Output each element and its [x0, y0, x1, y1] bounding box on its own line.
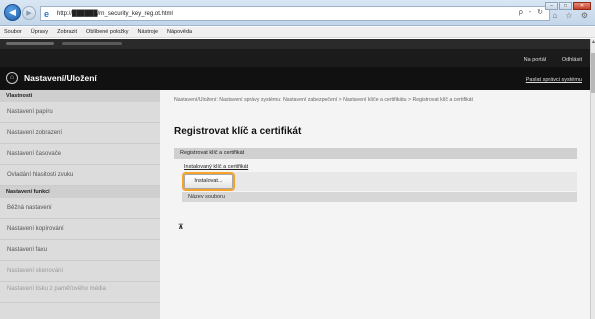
sidebar-item-fax[interactable]: Nastavení faxu	[0, 240, 160, 261]
maximize-button[interactable]: □	[559, 2, 572, 10]
minimize-button[interactable]: –	[545, 2, 558, 10]
menu-favorites[interactable]: Oblíbené položky	[86, 29, 129, 35]
filename-column-header: Název souboru	[182, 192, 577, 202]
search-refresh-icons[interactable]: ρ ‑ ↻	[519, 8, 545, 16]
browser-titlebar: ◀ ▶ e http://██████/rn_security_key_reg.…	[0, 0, 595, 26]
sidebar-item-paper[interactable]: Nastavení papíru	[0, 102, 160, 123]
close-button[interactable]: ✕	[573, 2, 591, 10]
back-to-top-icon[interactable]: ⊼	[178, 224, 184, 231]
sidebar: Vlastnosti Nastavení papíru Nastavení zo…	[0, 90, 160, 319]
blurred-device-name	[6, 42, 54, 45]
sidebar-item-scan[interactable]: Nastavení skenování	[0, 261, 160, 282]
installed-keys-label: Instalovaný klíč a certifikát	[184, 164, 249, 170]
blurred-device-info	[62, 42, 122, 45]
menu-view[interactable]: Zobrazit	[57, 29, 77, 35]
url-text[interactable]: http://██████/rn_security_key_reg.ot.htm…	[57, 11, 173, 17]
ie-icon: e	[44, 8, 50, 19]
settings-home-icon[interactable]: ⌂	[6, 72, 18, 84]
header-top-strip	[0, 39, 590, 49]
sidebar-item-copy[interactable]: Nastavení kopírování	[0, 219, 160, 240]
menu-tools[interactable]: Nástroje	[138, 29, 158, 35]
install-button[interactable]: Instalovat...	[184, 174, 233, 189]
app-title: Nastavení/Uložení	[24, 73, 97, 83]
scroll-thumb[interactable]	[591, 53, 595, 93]
menu-edit[interactable]: Úpravy	[31, 29, 48, 35]
scroll-up-icon[interactable]: ▲	[591, 39, 595, 45]
app-header: Na portál Odhlásit ⌂ Nastavení/Uložení P…	[0, 39, 590, 90]
main-content: Nastavení/Uložení: Nastavení správy syst…	[160, 90, 590, 319]
mail-admin-link[interactable]: Paslat správci systému	[526, 77, 582, 83]
sidebar-section-functions: Nastavení funkcí	[0, 186, 160, 198]
home-favorites-tools-icons[interactable]: ⌂ ☆ ⚙	[552, 11, 591, 20]
page-title: Registrovat klíč a certifikát	[174, 126, 302, 137]
back-button[interactable]: ◀	[4, 4, 21, 21]
page-scrollbar[interactable]: ▲	[590, 39, 595, 319]
logout-link[interactable]: Odhlásit	[562, 57, 582, 63]
breadcrumb: Nastavení/Uložení: Nastavení správy syst…	[174, 97, 473, 103]
menu-bar: Soubor Úpravy Zobrazit Oblíbené položky …	[0, 27, 595, 38]
portal-link[interactable]: Na portál	[524, 57, 546, 63]
window-controls: – □ ✕	[545, 2, 591, 10]
forward-button[interactable]: ▶	[22, 6, 36, 20]
sidebar-item-media-print[interactable]: Nastavení tisku z paměťového média	[0, 282, 160, 303]
address-bar[interactable]: e http://██████/rn_security_key_reg.ot.h…	[40, 6, 550, 21]
sidebar-item-volume[interactable]: Ovladání hlasitosti zvuku	[0, 165, 160, 186]
menu-file[interactable]: Soubor	[4, 29, 22, 35]
sidebar-item-display[interactable]: Nastavení zobrazení	[0, 123, 160, 144]
install-row: Instalovat...	[182, 172, 577, 191]
section-header: Registrovat klíč a certifikát	[174, 148, 577, 159]
sidebar-item-common[interactable]: Běžná nastavení	[0, 198, 160, 219]
app-title-row: ⌂ Nastavení/Uložení Paslat správci systé…	[0, 67, 590, 90]
sidebar-section-preferences: Vlastnosti	[0, 90, 160, 102]
sidebar-item-timer[interactable]: Nastavení časovače	[0, 144, 160, 165]
menu-help[interactable]: Nápověda	[167, 29, 192, 35]
certificate-table: Instalovat... Název souboru	[182, 172, 577, 207]
